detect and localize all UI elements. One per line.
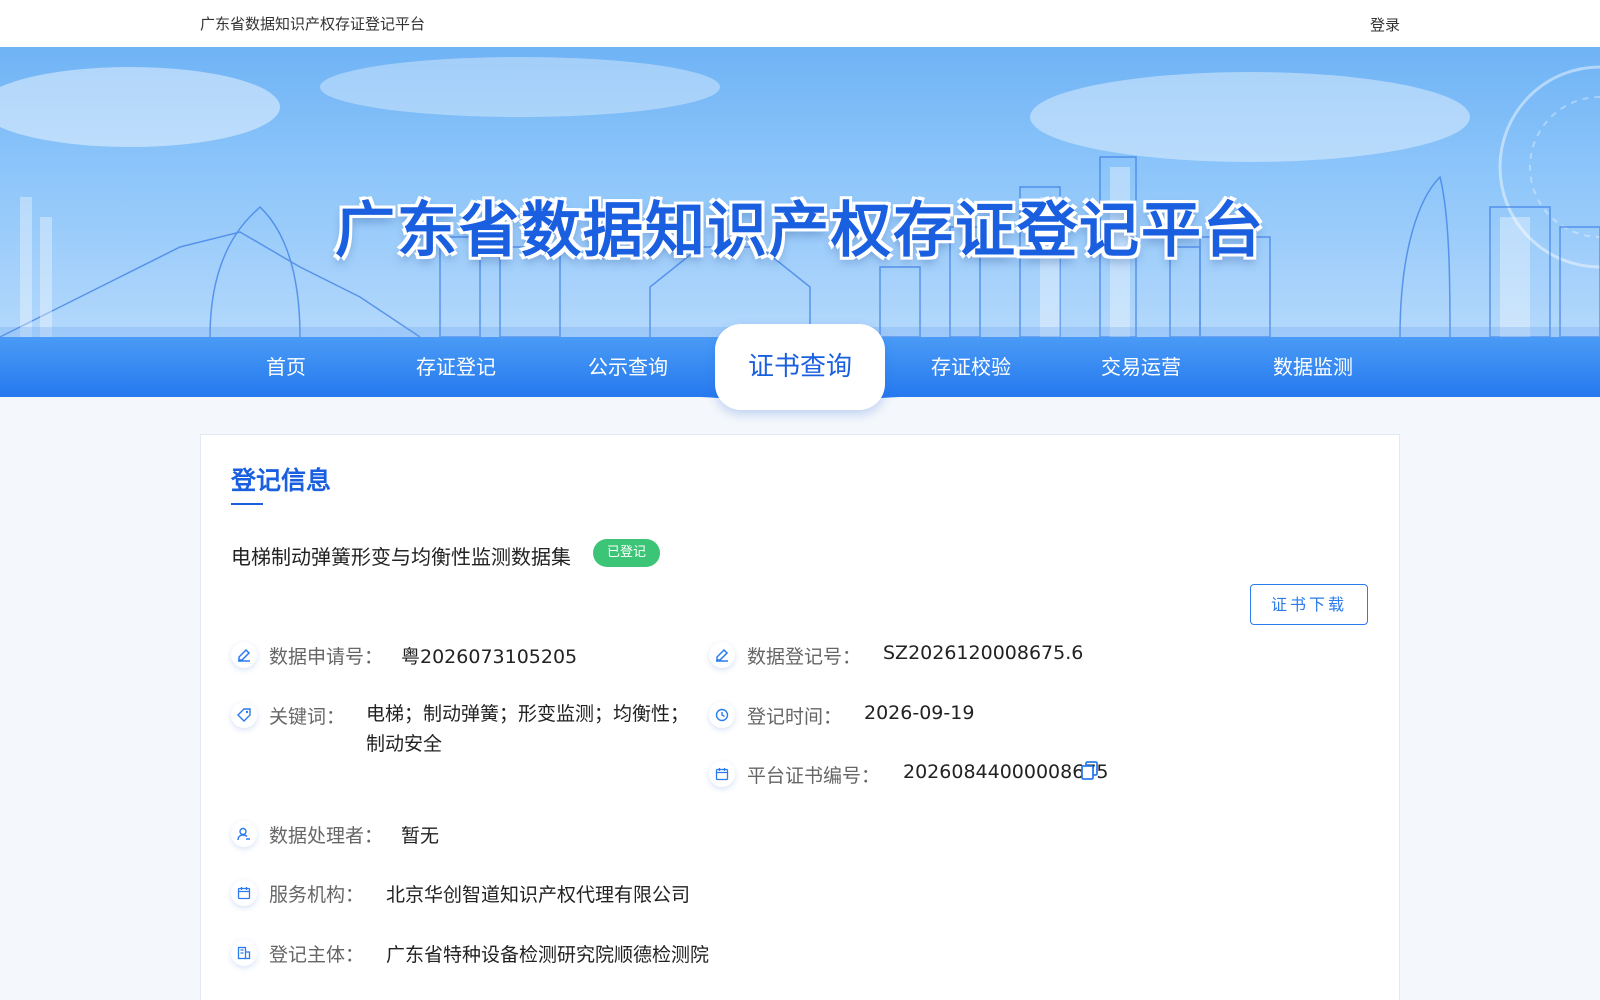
field-value: 广东省特种设备检测研究院顺德检测院 bbox=[386, 944, 710, 966]
field-label: 平台证书编号： bbox=[747, 765, 881, 787]
registration-info-card: 登记信息 电梯制动弹簧形变与均衡性监测数据集 已登记 证书下载 数据申请号： 粤… bbox=[200, 434, 1400, 1000]
banner-title: 广东省数据知识产权存证登记平台 bbox=[335, 196, 1265, 266]
field-label: 数据申请号： bbox=[269, 646, 384, 668]
nav-item-monitoring[interactable]: 数据监测 bbox=[1238, 337, 1388, 397]
field-value: 暂无 bbox=[401, 825, 440, 847]
copy-icon[interactable] bbox=[1081, 761, 1099, 781]
heading-underline bbox=[231, 503, 263, 505]
field-value: 电梯；制动弹簧；形变监测；均衡性；制动安全 bbox=[366, 703, 690, 755]
login-link[interactable]: 登录 bbox=[1370, 14, 1400, 35]
edit-icon bbox=[231, 642, 257, 668]
field-label: 登记主体： bbox=[269, 944, 365, 966]
field-label: 关键词： bbox=[269, 706, 346, 728]
field-value: 20260844000008675 bbox=[903, 761, 1109, 783]
tag-icon bbox=[231, 702, 257, 728]
nav-item-trading[interactable]: 交易运营 bbox=[1066, 337, 1216, 397]
nav-item-verification[interactable]: 存证校验 bbox=[896, 337, 1046, 397]
status-badge: 已登记 bbox=[593, 539, 661, 567]
field-value: 北京华创智道知识产权代理有限公司 bbox=[386, 884, 691, 906]
nav-item-certificate-query[interactable]: 证书查询 bbox=[715, 324, 885, 410]
field-value: SZ2026120008675.6 bbox=[883, 642, 1084, 664]
field-label: 数据登记号： bbox=[747, 646, 862, 668]
section-heading: 登记信息 bbox=[231, 466, 332, 495]
field-label: 服务机构： bbox=[269, 884, 365, 906]
user-icon bbox=[231, 821, 257, 847]
top-bar: 广东省数据知识产权存证登记平台 登录 bbox=[0, 0, 1600, 47]
field-value: 2026-09-19 bbox=[864, 702, 975, 724]
dataset-name: 电梯制动弹簧形变与均衡性监测数据集 bbox=[231, 545, 571, 569]
field-label: 数据处理者： bbox=[269, 825, 384, 847]
certificate-download-button[interactable]: 证书下载 bbox=[1250, 584, 1368, 625]
field-label: 登记时间： bbox=[747, 706, 843, 728]
nav-item-public-query[interactable]: 公示查询 bbox=[553, 337, 703, 397]
nav-item-registration[interactable]: 存证登记 bbox=[381, 337, 531, 397]
edit-icon bbox=[709, 642, 735, 668]
building-icon bbox=[231, 940, 257, 966]
calendar-icon bbox=[231, 880, 257, 906]
site-name: 广东省数据知识产权存证登记平台 bbox=[200, 15, 426, 33]
calendar-icon bbox=[709, 761, 735, 787]
clock-icon bbox=[709, 702, 735, 728]
field-value: 粤2026073105205 bbox=[401, 646, 578, 668]
main-nav: 首页 存证登记 公示查询 证书查询 存证校验 交易运营 数据监测 bbox=[0, 324, 1600, 410]
nav-item-home[interactable]: 首页 bbox=[211, 337, 361, 397]
